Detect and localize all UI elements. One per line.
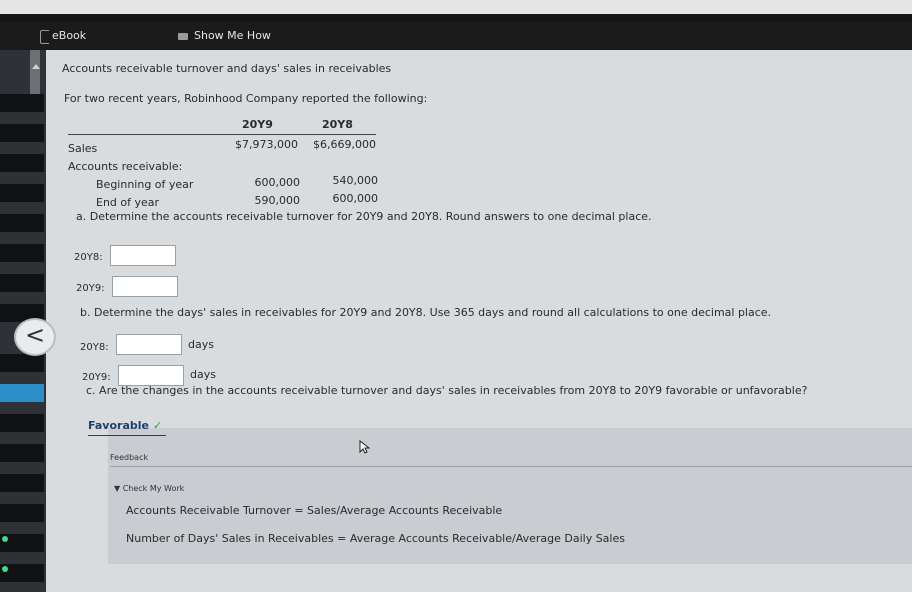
nav-item[interactable] <box>0 154 44 172</box>
mouse-cursor-icon <box>359 440 370 454</box>
tab-bar: eBook Show Me How <box>0 22 912 50</box>
previous-question-button[interactable]: < <box>14 318 56 356</box>
nav-item[interactable] <box>0 504 44 522</box>
beginning-20y8: 540,000 <box>332 174 379 187</box>
problem-heading: Accounts receivable turnover and days' s… <box>62 62 392 75</box>
tab-show-me-how[interactable]: Show Me How <box>178 22 271 50</box>
answer-b-20y9-input[interactable] <box>118 365 184 386</box>
video-icon <box>178 32 188 40</box>
column-header-20y8: 20Y8 <box>322 118 353 131</box>
sales-20y8: $6,669,000 <box>313 138 376 151</box>
column-header-20y9: 20Y9 <box>242 118 273 131</box>
browser-strip <box>0 0 912 14</box>
nav-item[interactable] <box>0 124 44 142</box>
answer-b-20y8-input[interactable] <box>116 334 182 355</box>
tab-ebook[interactable]: eBook <box>52 22 86 50</box>
ebook-icon <box>40 30 49 44</box>
row-label-beginning: Beginning of year <box>96 178 194 191</box>
feedback-header: Feedback <box>110 453 149 462</box>
nav-item[interactable] <box>0 444 44 462</box>
label-b-20y8: 20Y8: <box>80 342 109 353</box>
status-dot <box>2 566 8 572</box>
table-header-rule <box>68 134 376 135</box>
problem-content: Accounts receivable turnover and days' s… <box>46 50 912 592</box>
status-dot <box>2 536 8 542</box>
answer-a-20y9-input[interactable] <box>112 276 178 297</box>
nav-item-active[interactable] <box>0 384 44 402</box>
end-20y8: 600,000 <box>332 192 379 205</box>
problem-intro: For two recent years, Robinhood Company … <box>64 92 428 105</box>
scroll-up-arrow-icon[interactable] <box>32 64 40 69</box>
answer-a-20y8-input[interactable] <box>110 245 176 266</box>
label-a-20y8: 20Y8: <box>74 252 103 263</box>
nav-item[interactable] <box>0 244 44 262</box>
nav-item[interactable] <box>0 354 44 372</box>
label-b-20y9: 20Y9: <box>82 372 111 383</box>
answer-c-select[interactable]: Favorable ✓ <box>88 419 166 436</box>
question-b: b. Determine the days' sales in receivab… <box>80 306 772 319</box>
nav-item[interactable] <box>0 184 44 202</box>
feedback-hint-turnover: Accounts Receivable Turnover = Sales/Ave… <box>126 504 503 517</box>
unit-b-20y9: days <box>190 368 216 381</box>
check-my-work-toggle[interactable]: ▼ Check My Work <box>114 484 184 493</box>
nav-item[interactable] <box>0 414 44 432</box>
unit-b-20y8: days <box>188 338 214 351</box>
sales-20y9: $7,973,000 <box>235 138 298 151</box>
row-label-accounts-receivable: Accounts receivable: <box>68 160 183 173</box>
answer-c-value: Favorable <box>88 419 149 432</box>
feedback-divider <box>110 466 912 467</box>
question-a: a. Determine the accounts receivable tur… <box>76 210 652 223</box>
feedback-hint-days-sales: Number of Days' Sales in Receivables = A… <box>126 532 625 545</box>
nav-item[interactable] <box>0 274 44 292</box>
tab-show-me-how-label: Show Me How <box>194 29 271 42</box>
panel-bottom <box>108 564 912 592</box>
label-a-20y9: 20Y9: <box>76 283 105 294</box>
correct-check-icon: ✓ <box>152 419 163 432</box>
row-label-sales: Sales <box>68 142 98 155</box>
nav-item[interactable] <box>0 94 44 112</box>
row-label-end: End of year <box>96 196 160 209</box>
end-20y9: 590,000 <box>254 194 301 207</box>
scrollbar-thumb[interactable] <box>30 50 40 94</box>
screen-bezel <box>0 14 912 22</box>
beginning-20y9: 600,000 <box>254 176 301 189</box>
nav-item[interactable] <box>0 214 44 232</box>
nav-item[interactable] <box>0 474 44 492</box>
question-c: c. Are the changes in the accounts recei… <box>86 384 808 397</box>
